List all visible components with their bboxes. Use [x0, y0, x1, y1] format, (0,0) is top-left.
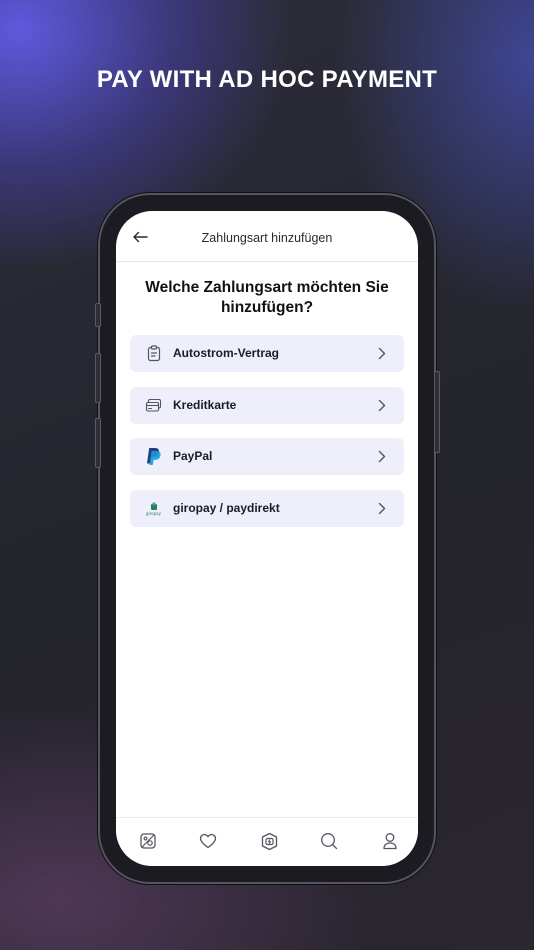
search-icon [321, 833, 338, 850]
phone-screen: Zahlungsart hinzufügen Welche Zahlungsar… [116, 211, 418, 866]
phone-button-mute [95, 303, 101, 327]
giropay-logo-text: giropay [145, 510, 161, 516]
nav-favorites-button[interactable] [197, 830, 219, 852]
option-kreditkarte[interactable]: Kreditkarte [130, 387, 404, 424]
heart-icon [199, 833, 217, 849]
question-heading: Welche Zahlungsart möchten Sie hinzufüge… [145, 279, 389, 316]
contract-clipboard-icon [144, 344, 163, 363]
option-label: giropay / paydirekt [173, 501, 280, 515]
chevron-right-icon [376, 346, 388, 361]
giropay-logo-icon: giropay [144, 499, 163, 518]
page-title: Zahlungsart hinzufügen [201, 231, 333, 245]
map-icon [140, 833, 156, 849]
paypal-logo-icon [144, 447, 163, 466]
nav-charging-button[interactable] [258, 830, 280, 852]
option-autostrom-vertrag[interactable]: Autostrom-Vertrag [130, 335, 404, 372]
promo-headline: PAY WITH AD HOC PAYMENT [96, 66, 438, 93]
credit-card-icon [144, 396, 163, 415]
phone-button-power [434, 371, 440, 453]
profile-icon [383, 833, 397, 850]
phone-button-volume-down [95, 418, 101, 468]
nav-map-button[interactable] [137, 830, 159, 852]
bottom-navigation [116, 817, 418, 866]
option-label: PayPal [173, 449, 213, 463]
phone-button-volume-up [95, 353, 101, 403]
option-giropay-paydirekt[interactable]: giropay giropay / paydirekt [130, 490, 404, 527]
option-label: Autostrom-Vertrag [173, 346, 280, 360]
chevron-right-icon [376, 398, 388, 413]
option-paypal[interactable]: PayPal [130, 438, 404, 475]
app-header: Zahlungsart hinzufügen [116, 211, 418, 262]
option-label: Kreditkarte [173, 398, 237, 412]
charging-station-icon [261, 832, 277, 850]
nav-search-button[interactable] [318, 830, 340, 852]
chevron-right-icon [376, 501, 388, 516]
nav-profile-button[interactable] [379, 830, 401, 852]
chevron-right-icon [376, 449, 388, 464]
